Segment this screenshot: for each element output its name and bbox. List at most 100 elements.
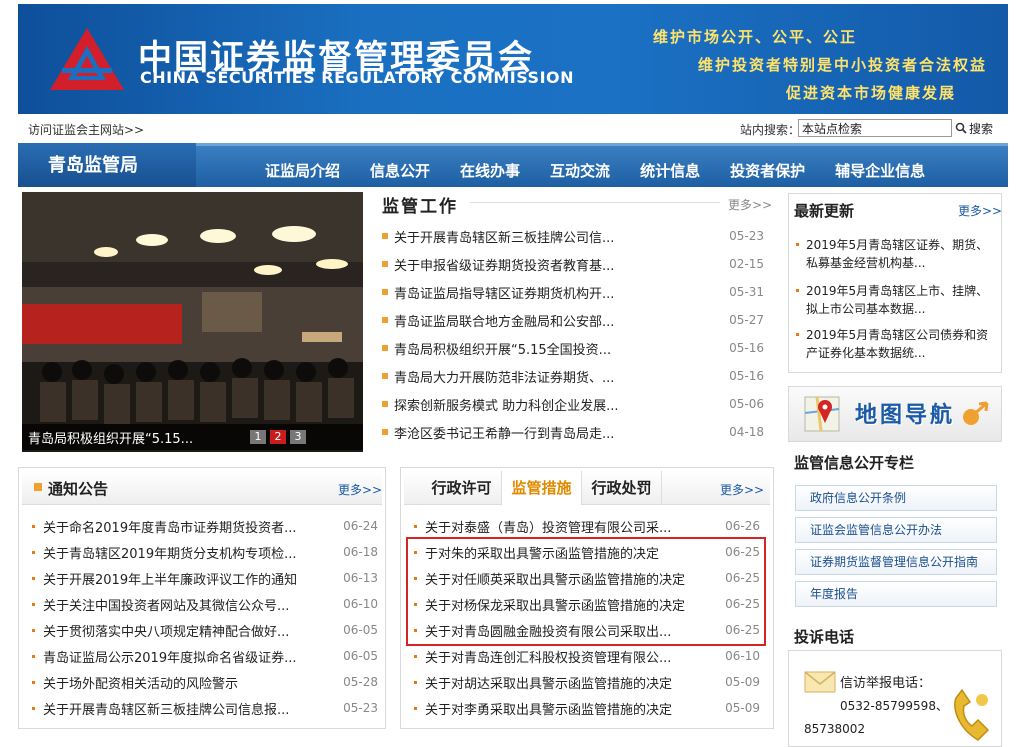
nav-item-online-service[interactable]: 在线办事 — [445, 160, 535, 181]
list-item-date: 05-06 — [729, 397, 764, 411]
list-item[interactable]: 李沧区委书记王希静一行到青岛局走... 04-18 — [382, 422, 764, 442]
nav-item-statistics[interactable]: 统计信息 — [625, 160, 715, 181]
list-item-title[interactable]: 关于对泰盛（青岛）投资管理有限公司采... — [425, 517, 671, 536]
list-item-date: 06-05 — [343, 623, 378, 637]
slide-page-3[interactable]: 3 — [290, 430, 306, 444]
list-item-title[interactable]: 关于对李勇采取出具警示函监管措施的决定 — [425, 699, 672, 718]
bullet-icon — [32, 706, 35, 710]
list-item-title[interactable]: 青岛局大力开展防范非法证券期货、... — [394, 367, 614, 386]
list-item-title[interactable]: 关于命名2019年度青岛市证券期货投资者... — [43, 517, 296, 536]
bullet-icon — [796, 333, 799, 336]
search-input[interactable] — [798, 119, 952, 137]
list-item-date: 06-24 — [343, 519, 378, 533]
main-site-link[interactable]: 访问证监会主网站>> — [28, 121, 144, 138]
list-item-title[interactable]: 2019年5月青岛辖区证券、期货、私募基金经营机构基... — [806, 236, 992, 272]
disclosure-link-annual-report[interactable]: 年度报告 — [795, 581, 997, 607]
list-item-title[interactable]: 关于贯彻落实中央八项规定精神配合做好... — [43, 621, 289, 640]
bullet-icon — [382, 317, 388, 323]
list-item[interactable]: 2019年5月青岛辖区上市、挂牌、拟上市公司基本数据... — [796, 282, 992, 318]
list-item-date: 06-13 — [343, 571, 378, 585]
list-item[interactable]: 2019年5月青岛辖区公司债券和资产证券化基本数据统... — [796, 326, 992, 362]
list-item-date: 05-16 — [729, 369, 764, 383]
list-item[interactable]: 关于申报省级证券期货投资者教育基... 02-15 — [382, 254, 764, 274]
list-item-title[interactable]: 青岛证监局公示2019年度拟命名省级证券... — [43, 647, 296, 666]
nav-brand[interactable]: 青岛监管局 — [18, 143, 196, 187]
list-item-title[interactable]: 2019年5月青岛辖区公司债券和资产证券化基本数据统... — [806, 326, 992, 362]
disclosure-title: 监管信息公开专栏 — [794, 454, 915, 472]
list-item[interactable]: 关于对胡达采取出具警示函监管措施的决定 05-09 — [414, 672, 760, 692]
list-item-title[interactable]: 关于青岛辖区2019年期货分支机构专项检... — [43, 543, 296, 562]
bullet-icon — [32, 628, 35, 632]
notice-more-link[interactable]: 更多>> — [338, 481, 382, 498]
tab-administrative-penalty[interactable]: 行政处罚 — [582, 471, 662, 505]
slide-page-2[interactable]: 2 — [270, 430, 286, 444]
list-item-date: 05-23 — [729, 229, 764, 243]
bullet-icon — [32, 680, 35, 684]
list-item-title[interactable]: 青岛证监局联合地方金融局和公安部... — [394, 311, 614, 330]
nav-item-disclosure[interactable]: 信息公开 — [355, 160, 445, 181]
bullet-icon — [32, 524, 35, 528]
list-item[interactable]: 关于对李勇采取出具警示函监管措施的决定 05-09 — [414, 698, 760, 718]
divider — [470, 202, 720, 203]
list-item[interactable]: 关于开展2019年上半年廉政评议工作的通知 06-13 — [32, 568, 378, 588]
list-item-title[interactable]: 关于关注中国投资者网站及其微信公众号... — [43, 595, 289, 614]
section-marker-icon — [34, 483, 42, 491]
list-item[interactable]: 青岛证监局指导辖区证券期货机构开... 05-31 — [382, 282, 764, 302]
list-item-title[interactable]: 关于申报省级证券期货投资者教育基... — [394, 255, 614, 274]
list-item[interactable]: 关于场外配资相关活动的风险警示 05-28 — [32, 672, 378, 692]
list-item[interactable]: 探索创新服务模式 助力科创企业发展... 05-06 — [382, 394, 764, 414]
complaint-label: 信访举报电话： — [840, 676, 932, 691]
disclosure-link-guide[interactable]: 证券期货监督管理信息公开指南 — [795, 549, 997, 575]
list-item[interactable]: 关于对青岛连创汇科股权投资管理有限公... 06-10 — [414, 646, 760, 666]
list-item-date: 06-05 — [343, 649, 378, 663]
disclosure-link-regulation[interactable]: 政府信息公开条例 — [795, 485, 997, 511]
list-item-title[interactable]: 关于对青岛连创汇科股权投资管理有限公... — [425, 647, 671, 666]
bullet-icon — [796, 243, 799, 246]
list-item-title[interactable]: 李沧区委书记王希静一行到青岛局走... — [394, 423, 614, 442]
slide-page-1[interactable]: 1 — [250, 430, 266, 444]
disclosure-link-measures[interactable]: 证监会监管信息公开办法 — [795, 517, 997, 543]
list-item-title[interactable]: 探索创新服务模式 助力科创企业发展... — [394, 395, 619, 414]
list-item-title[interactable]: 关于场外配资相关活动的风险警示 — [43, 673, 238, 692]
map-navigation-label[interactable]: 地图导航 — [855, 397, 955, 429]
list-item[interactable]: 青岛局积极组织开展“5.15全国投资... 05-16 — [382, 338, 764, 358]
list-item-title[interactable]: 青岛局积极组织开展“5.15全国投资... — [394, 339, 611, 358]
list-item-title[interactable]: 2019年5月青岛辖区上市、挂牌、拟上市公司基本数据... — [806, 282, 992, 318]
list-item-date: 06-10 — [725, 649, 760, 663]
list-item[interactable]: 关于关注中国投资者网站及其微信公众号... 06-10 — [32, 594, 378, 614]
work-more-link[interactable]: 更多>> — [728, 196, 772, 213]
photo-caption[interactable]: 青岛局积极组织开展“5.15... — [28, 428, 193, 447]
list-item-title[interactable]: 关于开展青岛辖区新三板挂牌公司信息报... — [43, 699, 289, 718]
list-item[interactable]: 关于对泰盛（青岛）投资管理有限公司采... 06-26 — [414, 516, 760, 536]
list-item[interactable]: 青岛局大力开展防范非法证券期货、... 05-16 — [382, 366, 764, 386]
list-item-title[interactable]: 关于开展2019年上半年廉政评议工作的通知 — [43, 569, 297, 588]
news-photo[interactable] — [22, 192, 363, 452]
nav-item-enterprise-guidance[interactable]: 辅导企业信息 — [820, 160, 940, 181]
list-item-title[interactable]: 关于对胡达采取出具警示函监管措施的决定 — [425, 673, 672, 692]
list-item[interactable]: 关于青岛辖区2019年期货分支机构专项检... 06-18 — [32, 542, 378, 562]
nav-item-investor-protection[interactable]: 投资者保护 — [715, 160, 820, 181]
list-item-title[interactable]: 青岛证监局指导辖区证券期货机构开... — [394, 283, 614, 302]
latest-more-link[interactable]: 更多>> — [958, 202, 1002, 219]
nav-item-interaction[interactable]: 互动交流 — [535, 160, 625, 181]
arrow-icon — [963, 401, 989, 425]
list-item[interactable]: 关于贯彻落实中央八项规定精神配合做好... 06-05 — [32, 620, 378, 640]
list-item[interactable]: 青岛证监局公示2019年度拟命名省级证券... 06-05 — [32, 646, 378, 666]
list-item-title[interactable]: 关于开展青岛辖区新三板挂牌公司信... — [394, 227, 614, 246]
list-item[interactable]: 2019年5月青岛辖区证券、期货、私募基金经营机构基... — [796, 236, 992, 272]
list-item[interactable]: 关于命名2019年度青岛市证券期货投资者... 06-24 — [32, 516, 378, 536]
bullet-icon — [382, 429, 388, 435]
complaint-title: 投诉电话 — [794, 628, 855, 646]
list-item[interactable]: 关于开展青岛辖区新三板挂牌公司信息报... 05-23 — [32, 698, 378, 718]
bullet-icon — [414, 524, 417, 528]
tab-regulatory-measures[interactable]: 监管措施 — [502, 471, 582, 505]
tab-administrative-license[interactable]: 行政许可 — [422, 471, 502, 505]
list-item[interactable]: 关于开展青岛辖区新三板挂牌公司信... 05-23 — [382, 226, 764, 246]
list-item-date: 06-10 — [343, 597, 378, 611]
bullet-icon — [382, 289, 388, 295]
list-item[interactable]: 青岛证监局联合地方金融局和公安部... 05-27 — [382, 310, 764, 330]
search-button[interactable]: 搜索 — [955, 119, 993, 137]
measures-more-link[interactable]: 更多>> — [720, 481, 764, 498]
nav-item-intro[interactable]: 证监局介绍 — [250, 160, 355, 181]
list-item-date: 05-09 — [725, 675, 760, 689]
